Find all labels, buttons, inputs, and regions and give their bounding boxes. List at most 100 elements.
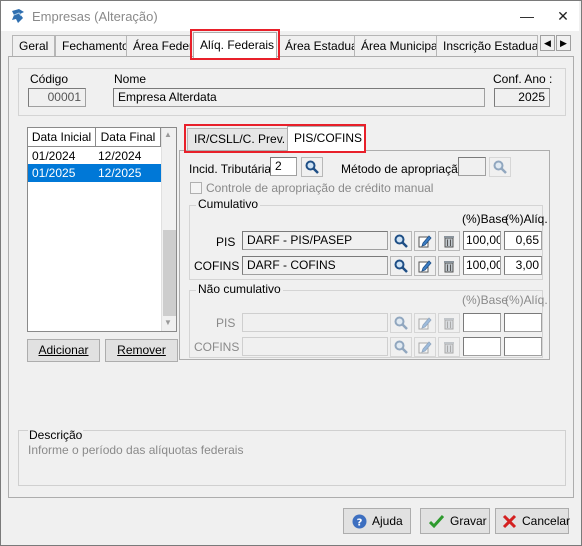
add-period-button[interactable]: Adicionar: [27, 339, 100, 362]
nc-cofins-label: COFINS: [194, 340, 240, 354]
trash-icon: [444, 236, 454, 248]
edit-icon: [418, 341, 432, 354]
description-title: Descrição: [28, 428, 84, 442]
edit-icon: [418, 317, 432, 330]
pis-delete-button[interactable]: [438, 231, 460, 251]
metodo-label: Método de apropriação:: [341, 162, 468, 176]
col-data-final[interactable]: Data Final: [96, 128, 161, 147]
nc-cofins-delete-button[interactable]: [438, 337, 460, 357]
search-icon: [394, 340, 408, 354]
cofins-label: COFINS: [194, 259, 240, 273]
cancel-button[interactable]: Cancelar: [495, 508, 571, 534]
cofins-aliq-field[interactable]: 3,00: [504, 256, 542, 275]
nc-cofins-field: [242, 337, 388, 356]
minimize-button[interactable]: —: [514, 7, 540, 25]
tab-inscricao-estadual[interactable]: Inscrição Estadual S: [436, 35, 538, 56]
pis-base-field[interactable]: 100,00: [463, 231, 501, 250]
cancel-x-icon: [502, 514, 517, 529]
app-icon: [12, 9, 24, 23]
metodo-field: [458, 157, 486, 176]
description-text: Informe o período das alíquotas federais: [28, 443, 244, 457]
nc-cofins-edit-button[interactable]: [414, 337, 436, 357]
cancel-label: Cancelar: [522, 514, 571, 528]
tab-scroll-left-button[interactable]: ◀: [540, 35, 555, 51]
nome-label: Nome: [114, 72, 147, 86]
nc-pis-label: PIS: [216, 316, 236, 330]
subtab-highlight-box: [184, 124, 366, 153]
pis-label: PIS: [216, 235, 236, 249]
codigo-field: 00001: [28, 88, 86, 107]
search-icon: [394, 316, 408, 330]
add-button-label: Adicionar: [38, 343, 89, 357]
aliq-header-disabled: (%)Alíq.: [505, 293, 548, 307]
cofins-edit-button[interactable]: [414, 256, 436, 276]
nc-cofins-search-button[interactable]: [390, 337, 412, 357]
checkmark-icon: [429, 514, 444, 529]
controle-checkbox[interactable]: [190, 182, 202, 194]
tab-scroll-right-button[interactable]: ▶: [556, 35, 571, 51]
window-title: Empresas (Alteração): [32, 9, 158, 24]
cofins-delete-button[interactable]: [438, 256, 460, 276]
trash-icon: [444, 261, 454, 273]
period-inicial-cell: 01/2024: [32, 149, 76, 163]
pis-darf-field: DARF - PIS/PASEP: [242, 231, 388, 250]
nc-cofins-aliq-field[interactable]: [504, 337, 542, 356]
nc-pis-search-button[interactable]: [390, 313, 412, 333]
help-button[interactable]: ? Ajuda: [343, 508, 411, 534]
tab-geral[interactable]: Geral: [12, 35, 56, 56]
period-final-cell: 12/2025: [98, 166, 142, 180]
tab-fechamento[interactable]: Fechamento: [55, 35, 136, 56]
search-icon: [305, 160, 319, 174]
nc-pis-field: [242, 313, 388, 332]
edit-icon: [418, 260, 432, 273]
tab-highlight-box: [190, 29, 280, 60]
base-header: (%)Base: [462, 212, 509, 226]
save-label: Gravar: [450, 514, 487, 528]
help-label: Ajuda: [372, 514, 403, 528]
incid-search-button[interactable]: [301, 157, 323, 177]
close-button[interactable]: ✕: [550, 7, 576, 25]
codigo-label: Código: [30, 72, 69, 86]
scroll-up-arrow-icon[interactable]: ▲: [164, 130, 172, 139]
nc-cofins-base-field[interactable]: [463, 337, 501, 356]
ano-field: 2025: [494, 88, 550, 107]
remove-button-label: Remover: [117, 343, 166, 357]
nome-field: Empresa Alterdata: [113, 88, 485, 107]
nc-pis-aliq-field[interactable]: [504, 313, 542, 332]
tab-area-federal[interactable]: Área Federa: [126, 35, 192, 56]
nc-pis-base-field[interactable]: [463, 313, 501, 332]
search-icon: [493, 160, 507, 174]
trash-icon: [444, 318, 454, 330]
cofins-darf-field: DARF - COFINS: [242, 256, 388, 275]
incid-label: Incid. Tributária:: [189, 162, 275, 176]
incid-field[interactable]: 2: [270, 157, 297, 176]
pis-search-button[interactable]: [390, 231, 412, 251]
scroll-down-arrow-icon[interactable]: ▼: [164, 318, 172, 327]
period-inicial-cell: 01/2025: [32, 166, 76, 180]
tab-area-municipal[interactable]: Área Municipal: [354, 35, 448, 56]
pis-edit-button[interactable]: [414, 231, 436, 251]
periods-scrollbar[interactable]: ▲ ▼: [161, 128, 176, 331]
svg-text:?: ?: [357, 518, 363, 529]
cofins-search-button[interactable]: [390, 256, 412, 276]
save-button[interactable]: Gravar: [420, 508, 490, 534]
nao-cumulativo-title: Não cumulativo: [196, 282, 283, 296]
nc-pis-delete-button[interactable]: [438, 313, 460, 333]
base-header-disabled: (%)Base: [462, 293, 509, 307]
ano-label: Conf. Ano :: [493, 72, 553, 86]
metodo-search-button[interactable]: [489, 157, 511, 177]
edit-icon: [418, 235, 432, 248]
help-icon: ?: [352, 514, 367, 529]
pis-aliq-field[interactable]: 0,65: [504, 231, 542, 250]
col-data-inicial[interactable]: Data Inicial: [28, 128, 96, 147]
cumulativo-title: Cumulativo: [196, 197, 261, 211]
scrollbar-thumb[interactable]: [163, 230, 176, 316]
trash-icon: [444, 342, 454, 354]
aliq-header: (%)Alíq.: [505, 212, 548, 226]
controle-label: Controle de apropriação de crédito manua…: [206, 181, 434, 195]
description-box: [18, 430, 566, 486]
remove-period-button[interactable]: Remover: [105, 339, 178, 362]
cofins-base-field[interactable]: 100,00: [463, 256, 501, 275]
search-icon: [394, 234, 408, 248]
nc-pis-edit-button[interactable]: [414, 313, 436, 333]
